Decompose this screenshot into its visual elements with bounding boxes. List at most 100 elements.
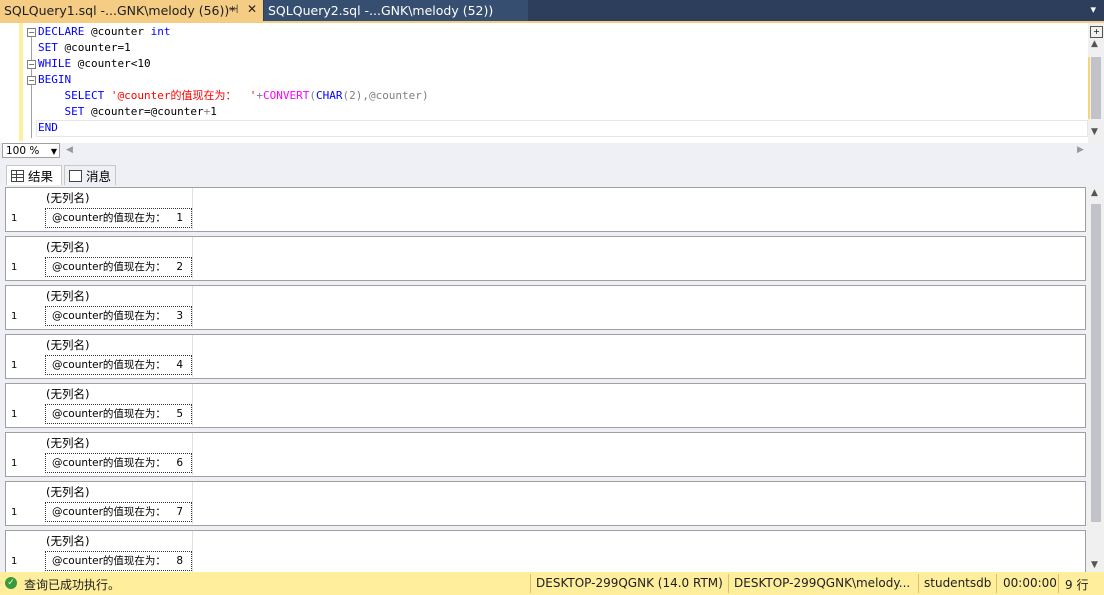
cell-value: 5 [176,408,183,420]
cell-value: 1 [176,212,183,224]
results-pane: (无列名) 1 @counter的值现在为： 1 (无列名) 1 @counter的值现在为… [0,186,1104,572]
column-divider [192,335,193,377]
code-line[interactable]: SET @counter=1 [38,40,429,56]
grid-icon [11,169,24,182]
column-divider [192,188,193,230]
result-cell[interactable]: @counter的值现在为： 3 [45,306,192,326]
row-number[interactable]: 1 [11,360,17,371]
scroll-up-icon[interactable]: ▲ [1091,39,1098,49]
editor-vertical-scrollbar[interactable]: + ▲ ▼ [1088,23,1104,143]
scroll-thumb[interactable] [1091,204,1101,522]
cell-value: 6 [176,457,183,469]
row-number[interactable]: 1 [11,262,17,273]
scroll-right-icon[interactable]: ▶ [1077,145,1084,155]
result-grid[interactable]: (无列名) 1 @counter的值现在为： 7 [5,481,1086,526]
result-grid[interactable]: (无列名) 1 @counter的值现在为： 8 [5,530,1086,572]
close-icon[interactable]: ✕ [247,2,257,16]
result-cell[interactable]: @counter的值现在为： 7 [45,502,192,522]
result-grid[interactable]: (无列名) 1 @counter的值现在为： 5 [5,383,1086,428]
split-icon[interactable]: + [1090,26,1103,38]
result-grid[interactable]: (无列名) 1 @counter的值现在为： 6 [5,432,1086,477]
code-line[interactable]: BEGIN [38,72,429,88]
tab-results[interactable]: 结果 [6,165,62,185]
scroll-down-icon[interactable]: ▼ [1091,127,1098,137]
column-header[interactable]: (无列名) [46,239,89,255]
row-number[interactable]: 1 [11,458,17,469]
code-line[interactable]: END [38,120,429,136]
scroll-left-icon[interactable]: ◀ [66,145,73,155]
code-token: CHAR [315,89,343,102]
code-token: END [38,121,58,134]
column-header[interactable]: (无列名) [46,386,89,402]
result-cell[interactable]: @counter的值现在为： 2 [45,257,192,277]
tab-title: SQLQuery1.sql -...GNK\melody (56))* [4,3,236,18]
code-line[interactable]: DECLARE @counter int [38,24,429,40]
cell-text: @counter的值现在为： [52,457,166,469]
status-divider [996,574,997,593]
result-cell[interactable]: @counter的值现在为： 5 [45,404,192,424]
document-tab-strip: SQLQuery1.sql -...GNK\melody (56))* ⊣ ✕ … [0,0,1104,23]
changed-lines-margin [19,23,23,141]
code-line[interactable]: SELECT '@counter的值现在为： '+CONVERT(CHAR(2)… [38,88,429,104]
code-token: SET [64,105,85,118]
success-icon: ✓ [5,577,17,589]
status-time: 00:00:00 [1003,576,1057,590]
column-divider [192,286,193,328]
code-token: ( [309,89,316,102]
result-cell[interactable]: @counter的值现在为： 6 [45,453,192,473]
result-grid[interactable]: (无列名) 1 @counter的值现在为： 3 [5,285,1086,330]
zoom-bar: 100 % ▼ ◀ ▶ [0,143,1104,159]
cell-text: @counter的值现在为： [52,506,166,518]
row-number[interactable]: 1 [11,213,17,224]
result-grid[interactable]: (无列名) 1 @counter的值现在为： 4 [5,334,1086,379]
result-cell[interactable]: @counter的值现在为： 8 [45,551,192,571]
column-header[interactable]: (无列名) [46,533,89,549]
column-header[interactable]: (无列名) [46,288,89,304]
result-grid[interactable]: (无列名) 1 @counter的值现在为： 1 [5,187,1086,232]
change-marker [1088,57,1090,119]
results-vertical-scrollbar[interactable]: ▲ ▼ [1088,186,1104,572]
cell-text: @counter的值现在为： [52,359,166,371]
code-token: CONVERT [262,89,310,102]
tab-sqlquery2[interactable]: SQLQuery2.sql -...GNK\melody (52)) [264,0,528,21]
tab-sqlquery1[interactable]: SQLQuery1.sql -...GNK\melody (56))* ⊣ ✕ [0,0,263,21]
scroll-thumb[interactable] [1091,57,1101,119]
row-number[interactable]: 1 [11,556,17,567]
collapse-icon[interactable]: − [27,28,36,37]
cell-text: @counter的值现在为： [52,261,166,273]
result-grid[interactable]: (无列名) 1 @counter的值现在为： 2 [5,236,1086,281]
status-user: DESKTOP-299QGNK\melody... [734,576,911,590]
sql-code[interactable]: DECLARE @counter int SET @counter=1 WHILE … [38,24,429,136]
cell-text: @counter的值现在为： [52,212,166,224]
result-cell[interactable]: @counter的值现在为： 4 [45,355,192,375]
code-line[interactable]: SET @counter=@counter+1 [38,104,429,120]
tab-overflow-icon[interactable]: ▾ [1090,3,1096,16]
code-token: + [256,89,263,102]
pin-icon[interactable]: ⊣ [228,2,238,16]
tab-messages[interactable]: 消息 [64,165,116,185]
code-token: BEGIN [38,73,72,86]
column-divider [192,482,193,524]
query-editor[interactable]: − − − DECLARE @counter int SET @counter=1… [0,23,1104,143]
scroll-down-icon[interactable]: ▼ [1091,560,1098,570]
cell-value: 4 [176,359,183,371]
scroll-up-icon[interactable]: ▲ [1091,188,1098,198]
column-header[interactable]: (无列名) [46,190,89,206]
code-line[interactable]: WHILE @counter<10 [38,56,429,72]
column-header[interactable]: (无列名) [46,435,89,451]
row-number[interactable]: 1 [11,311,17,322]
column-header[interactable]: (无列名) [46,484,89,500]
row-number[interactable]: 1 [11,507,17,518]
results-tab-strip: 结果 消息 [0,162,1104,186]
tab-title: SQLQuery2.sql -...GNK\melody (52)) [268,3,494,18]
result-cell[interactable]: @counter的值现在为： 1 [45,208,192,228]
row-number[interactable]: 1 [11,409,17,420]
collapse-icon[interactable]: − [27,76,36,85]
zoom-select[interactable]: 100 % ▼ [2,143,60,158]
code-token: @counter [84,25,151,38]
code-token: SET [38,41,58,54]
collapse-icon[interactable]: − [27,60,36,69]
cell-value: 3 [176,310,183,322]
column-header[interactable]: (无列名) [46,337,89,353]
